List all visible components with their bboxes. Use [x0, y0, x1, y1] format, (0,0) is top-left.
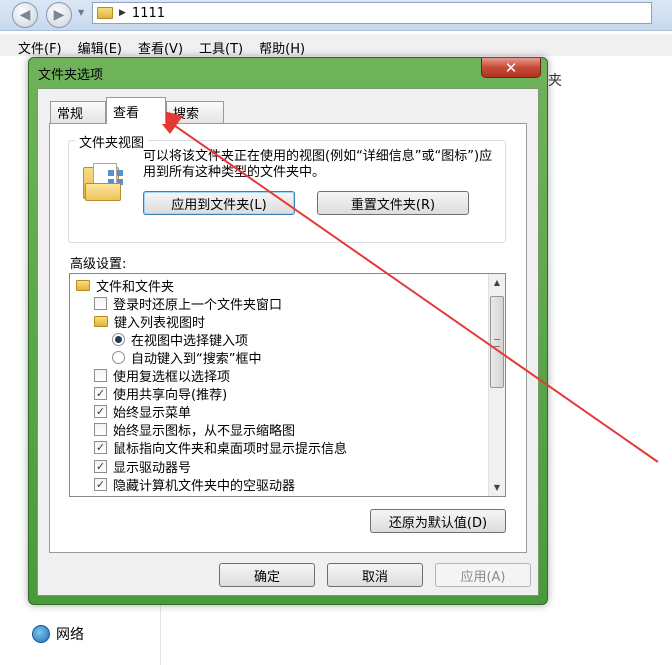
group-legend: 文件夹视图 [75, 132, 149, 151]
back-button[interactable]: ◀ [12, 2, 38, 28]
nav-item-label: 网络 [56, 627, 84, 643]
checkbox-unchecked-icon[interactable] [94, 423, 107, 437]
setting-label: 始终显示图标，从不显示缩略图 [113, 424, 296, 440]
advanced-settings-label: 高级设置: [70, 257, 127, 272]
menu-tools[interactable]: 工具(T) [191, 34, 251, 57]
folder-views-group: 文件夹视图 可以将该文件夹正在使用的视图(例如“详细信息”或“图标”)应用到所有… [68, 132, 506, 243]
tab-search[interactable]: 搜索 [166, 101, 224, 123]
checkbox-checked-icon[interactable]: ✓ [94, 459, 107, 473]
breadcrumb-chevron-icon[interactable]: ▶ [119, 8, 126, 18]
folder-views-icon [83, 163, 124, 201]
scroll-up-icon[interactable]: ▲ [489, 274, 505, 291]
checkbox-unchecked-icon[interactable] [94, 495, 107, 496]
reset-folders-button[interactable]: 重置文件夹(R) [317, 191, 469, 215]
nav-item-network[interactable]: 网络 [32, 624, 84, 644]
setting-checkbox[interactable]: ✓ 显示驱动器号 [94, 457, 192, 476]
setting-checkbox[interactable]: ✓ 始终显示菜单 [94, 403, 191, 421]
setting-checkbox[interactable]: 始终显示图标，从不显示缩略图 [94, 421, 295, 439]
tree-group: 文件和文件夹 [76, 276, 175, 295]
setting-label: 鼠标指向文件夹和桌面项时显示提示信息 [113, 442, 348, 458]
menu-file[interactable]: 文件(F) [10, 34, 70, 57]
view-tab-panel: 文件夹视图 可以将该文件夹正在使用的视图(例如“详细信息”或“图标”)应用到所有… [49, 123, 527, 553]
setting-checkbox[interactable]: ✓ 隐藏计算机文件夹中的空驱动器 [94, 475, 296, 494]
setting-radio[interactable]: 在视图中选择键入项 [112, 330, 249, 349]
arrow-left-icon: ◀ [19, 7, 31, 23]
tree-group: 键入列表视图时 [94, 312, 206, 331]
folder-icon [94, 315, 108, 327]
forward-button[interactable]: ▶ [46, 2, 72, 28]
folder-icon [76, 279, 90, 291]
explorer-toolbar: ◀ ▶ ▼ ▶ 1111 [0, 0, 672, 31]
checkbox-unchecked-icon[interactable] [94, 296, 107, 310]
apply-button[interactable]: 应用(A) [435, 563, 531, 587]
recent-pages-dropdown[interactable]: ▼ [78, 8, 84, 17]
setting-checkbox[interactable]: 使用复选框以选择项 [94, 367, 230, 385]
setting-label: 登录时还原上一个文件夹窗口 [113, 297, 283, 313]
checkbox-checked-icon[interactable]: ✓ [94, 441, 107, 455]
setting-label: 显示驱动器号 [113, 460, 192, 476]
setting-label: 使用共享向导(推荐) [113, 388, 228, 404]
setting-label: 使用复选框以选择项 [113, 370, 231, 385]
setting-label: 隐藏受保护的操作系统文件(推荐) [113, 493, 305, 496]
network-icon [32, 625, 50, 643]
checkbox-checked-icon[interactable]: ✓ [94, 387, 107, 401]
ok-button[interactable]: 确定 [219, 563, 315, 587]
folder-views-description: 可以将该文件夹正在使用的视图(例如“详细信息”或“图标”)应用到所有这种类型的文… [143, 149, 493, 180]
address-bar[interactable]: ▶ 1111 [92, 2, 652, 24]
address-text: 1111 [131, 5, 166, 21]
setting-label: 始终显示菜单 [113, 406, 192, 422]
radio-unselected-icon[interactable] [112, 350, 125, 364]
arrow-right-icon: ▶ [53, 7, 65, 23]
advanced-settings-tree[interactable]: 文件和文件夹登录时还原上一个文件夹窗口 键入列表视图时在视图中选择键入项 自动键入到… [69, 273, 506, 497]
close-icon: ✕ [504, 58, 518, 77]
tab-view[interactable]: 查看 [106, 97, 166, 124]
cancel-button[interactable]: 取消 [327, 563, 423, 587]
vertical-scrollbar[interactable]: ▲ ▼ [488, 274, 505, 496]
nav-pane-divider [160, 600, 161, 665]
menubar: 文件(F) 编辑(E) 查看(V) 工具(T) 帮助(H) [0, 34, 672, 57]
setting-label: 键入列表视图时 [114, 315, 206, 331]
tab-general[interactable]: 常规 [50, 101, 106, 123]
setting-checkbox[interactable]: ✓ 使用共享向导(推荐) [94, 385, 227, 403]
scroll-thumb[interactable] [490, 296, 504, 388]
menu-view[interactable]: 查看(V) [130, 34, 191, 57]
radio-selected-icon[interactable] [112, 332, 125, 346]
setting-checkbox[interactable]: ✓ 鼠标指向文件夹和桌面项时显示提示信息 [94, 439, 347, 457]
setting-label: 自动键入到“搜索”框中 [131, 351, 262, 367]
checkbox-checked-icon[interactable]: ✓ [94, 477, 107, 491]
setting-checkbox[interactable]: 登录时还原上一个文件夹窗口 [94, 294, 283, 313]
column-header-fragment: 夹 [548, 73, 562, 89]
close-button[interactable]: ✕ [481, 58, 541, 78]
setting-radio[interactable]: 自动键入到“搜索”框中 [112, 348, 262, 367]
checkbox-unchecked-icon[interactable] [94, 369, 107, 382]
apply-to-folders-button[interactable]: 应用到文件夹(L) [143, 191, 295, 215]
menu-edit[interactable]: 编辑(E) [70, 34, 130, 57]
setting-label: 在视图中选择键入项 [131, 333, 249, 349]
dialog-title: 文件夹选项 [38, 68, 104, 83]
folder-icon [97, 7, 113, 19]
checkbox-checked-icon[interactable]: ✓ [94, 405, 107, 419]
setting-checkbox[interactable]: 隐藏受保护的操作系统文件(推荐) [94, 493, 305, 496]
scroll-down-icon[interactable]: ▼ [489, 479, 505, 496]
setting-label: 隐藏计算机文件夹中的空驱动器 [113, 478, 296, 494]
restore-defaults-button[interactable]: 还原为默认值(D) [370, 509, 506, 533]
setting-label: 文件和文件夹 [96, 279, 175, 295]
dialog-body: 常规 查看 搜索 文件夹视图 可以将该文件夹正在使用的视图(例如“详细信息”或“… [37, 88, 539, 596]
menu-help[interactable]: 帮助(H) [251, 34, 313, 57]
folder-options-dialog: 文件夹选项 ✕ 常规 查看 搜索 文件夹视图 可以将该文件夹正在使用的视图(例如… [28, 57, 548, 605]
